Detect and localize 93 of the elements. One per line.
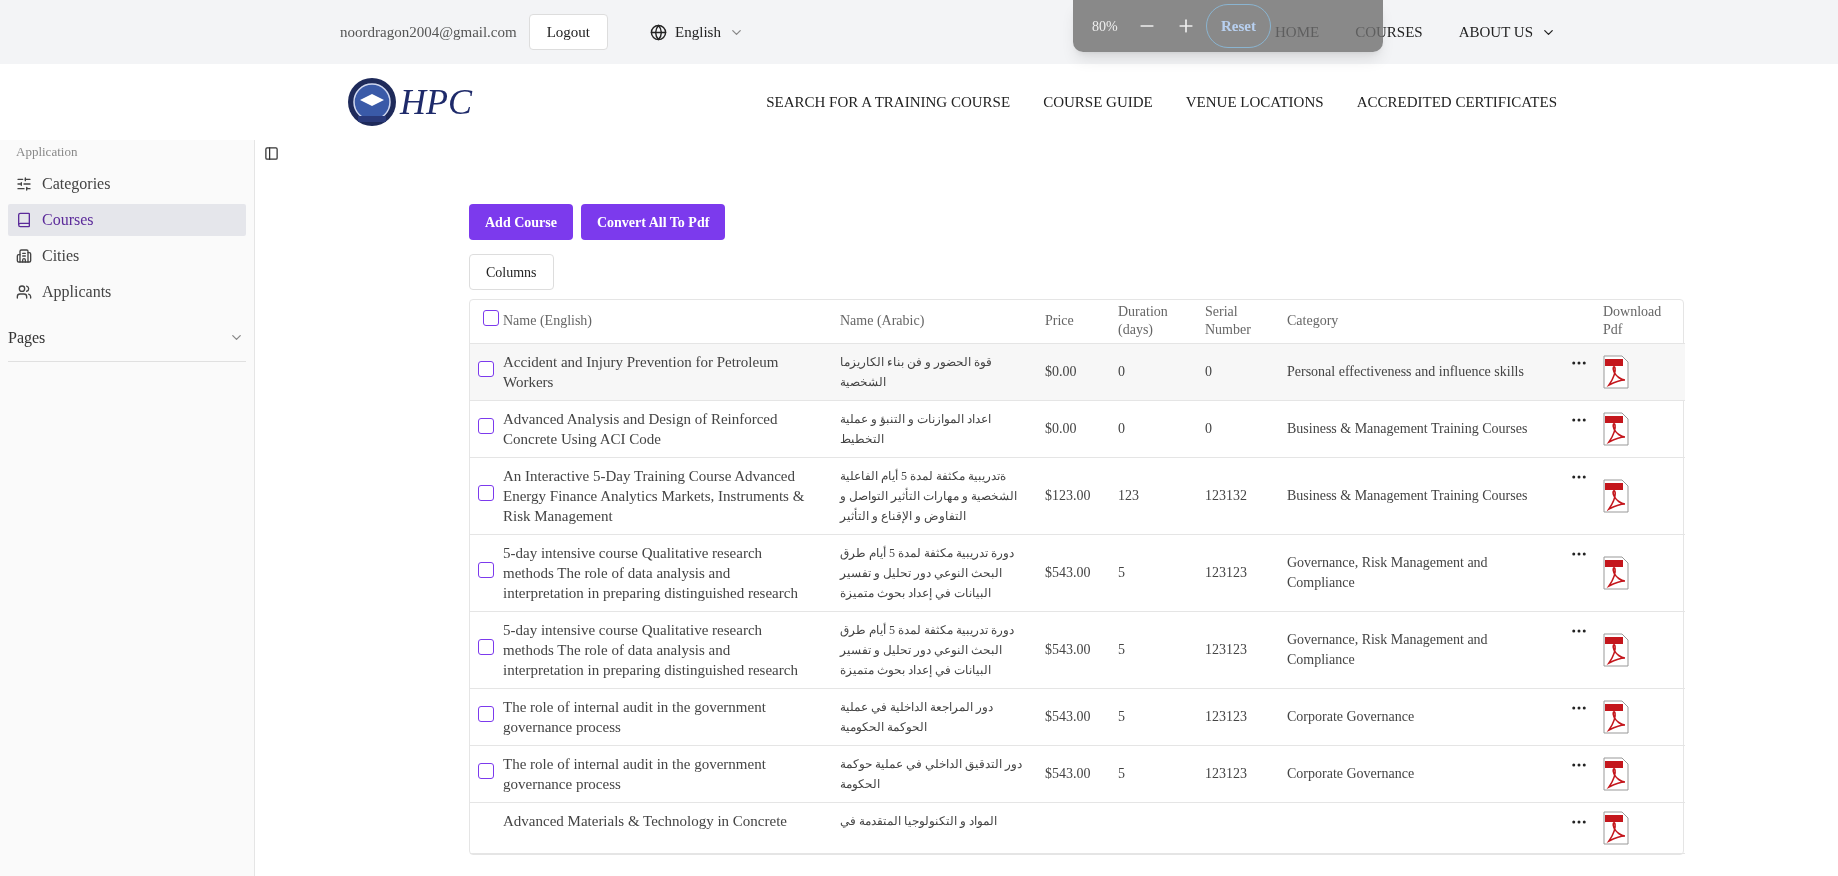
action-button[interactable]: Add Course <box>469 204 573 240</box>
table-cell-text: المواد و التكنولوجيا المتقدمة في <box>840 812 998 830</box>
table-cell: 123123 <box>1205 709 1247 724</box>
sidebar-item[interactable]: Applicants <box>8 276 246 308</box>
nav-link[interactable]: ABOUT US <box>1458 20 1556 44</box>
table-cell: 123123 <box>1205 642 1247 657</box>
table-cell: 123132 <box>1205 488 1247 503</box>
sidebar-item[interactable]: Courses <box>8 204 246 236</box>
sidebar-group-label: Application <box>15 143 79 161</box>
table-cell: Advanced Analysis and Design of Reinforced Concrete Using ACI Code <box>503 410 778 447</box>
nav-link[interactable]: COURSE GUIDE <box>1043 90 1153 114</box>
column-header: Serial Number <box>1205 304 1251 338</box>
table-cell-text: دورة تدريبية مكثفة لمدة 5 أيام طرق البحث النوعي دور تحليل و تفسير البيانات في إعداد بحوث متميزة <box>840 621 1015 679</box>
user-email: noordragon2004@gmail.com <box>340 22 517 42</box>
column-header: Name (English) <box>503 313 593 329</box>
row-checkbox[interactable] <box>478 484 494 501</box>
table-cell: 123123 <box>1205 565 1247 580</box>
table-cell: 5 <box>1118 709 1125 724</box>
pdf-file-icon[interactable] <box>1603 555 1629 590</box>
table-cell: Personal effectiveness and influence skills <box>1287 363 1524 379</box>
table-cell-text: اعداد الموازنات و التنبؤ و عملية التخطيط <box>840 410 992 448</box>
row-checkbox[interactable] <box>478 561 494 578</box>
table-cell: Business & Management Training Courses <box>1287 487 1528 503</box>
table-cell: 0 <box>1205 421 1212 436</box>
logout-button[interactable]: Logout <box>528 14 609 50</box>
table-cell: 5 <box>1118 565 1125 580</box>
table-cell: $543.00 <box>1045 709 1091 724</box>
pdf-file-icon[interactable] <box>1603 411 1629 446</box>
table-cell: $0.00 <box>1045 364 1077 379</box>
table-cell: Governance, Risk Management and Compliance <box>1287 554 1488 590</box>
table-cell: Advanced Materials & Technology in Concrete <box>503 812 787 829</box>
sidebar-item[interactable]: Cities <box>8 240 246 272</box>
zoom-percent: 80% <box>1092 17 1118 36</box>
table-cell: Business & Management Training Courses <box>1287 420 1528 436</box>
sidebar-toggle-icon[interactable] <box>264 146 279 161</box>
pdf-file-icon[interactable] <box>1603 632 1629 667</box>
table-cell: 0 <box>1118 421 1125 436</box>
table-cell: $543.00 <box>1045 766 1091 781</box>
language-selector[interactable]: English <box>650 20 744 44</box>
table-cell: $123.00 <box>1045 488 1091 503</box>
pdf-file-icon[interactable] <box>1603 756 1629 791</box>
row-checkbox[interactable] <box>478 638 494 655</box>
table-cell-text: ةتدريبية مكثفة لمدة 5 أيام الفاعلية الشخصية و مهارات التأثير التواصل و التفاوض و الإقناع و التأثير <box>840 467 1018 525</box>
table-cell: Corporate Governance <box>1287 708 1415 724</box>
table-cell-text: دورة تدريبية مكثفة لمدة 5 أيام طرق البحث النوعي دور تحليل و تفسير البيانات في إعداد بحوث متميزة <box>840 544 1015 602</box>
table-cell: 5 <box>1118 642 1125 657</box>
column-header: Price <box>1045 313 1074 329</box>
sidebar-item[interactable]: Categories <box>8 168 246 200</box>
table-cell: 5 <box>1118 766 1125 781</box>
pdf-file-icon[interactable] <box>1603 478 1629 513</box>
table-cell: 0 <box>1205 364 1212 379</box>
table-cell: An Interactive 5-Day Training Course Advanced Energy Finance Analytics Markets, Instruments & Risk Management <box>503 467 805 524</box>
table-cell: 123 <box>1118 488 1139 503</box>
row-checkbox[interactable] <box>478 705 494 722</box>
row-checkbox[interactable] <box>478 417 494 434</box>
nav-link[interactable]: ACCREDITED CERTIFICATES <box>1356 90 1557 114</box>
table-cell: $0.00 <box>1045 421 1077 436</box>
sliders-icon <box>16 176 32 192</box>
column-header: Name (Arabic) <box>840 313 925 329</box>
table-cell-text: دور المراجعة الداخلية في عملية الحوكمة الحكومية <box>840 698 994 736</box>
logo-emblem-icon <box>346 76 398 128</box>
column-header: Duration (days) <box>1118 304 1168 338</box>
column-header: Download Pdf <box>1603 304 1662 338</box>
table-cell: 5-day intensive course Qualitative research methods The role of data analysis and interpretation in preparing distinguished research <box>503 621 798 678</box>
logo-text: HPC <box>400 84 472 120</box>
table-cell: $543.00 <box>1045 642 1091 657</box>
row-checkbox[interactable] <box>478 360 494 377</box>
table-cell-text: قوة الحضور و فن بناء الكاريزما الشخصية <box>840 353 993 391</box>
city-icon <box>16 248 32 264</box>
table-cell: 0 <box>1118 364 1125 379</box>
action-button[interactable]: Convert All To Pdf <box>580 204 726 240</box>
sidebar-section[interactable]: Pages <box>8 318 246 362</box>
pdf-file-icon[interactable] <box>1603 810 1629 845</box>
book-icon <box>16 212 32 228</box>
users-icon <box>16 284 32 300</box>
table-cell-text: دور التدقيق الداخلي في عملية حوكمة الحكومة <box>840 755 1023 793</box>
table-cell: The role of internal audit in the government governance process <box>503 698 766 735</box>
table-cell: $543.00 <box>1045 565 1091 580</box>
table-cell: Governance, Risk Management and Compliance <box>1287 631 1488 667</box>
table-cell: 5-day intensive course Qualitative research methods The role of data analysis and interpretation in preparing distinguished research <box>503 544 798 601</box>
table-cell: Corporate Governance <box>1287 765 1415 781</box>
row-checkbox[interactable] <box>482 310 499 327</box>
row-checkbox[interactable] <box>478 762 494 779</box>
table-cell: Accident and Injury Prevention for Petroleum Workers <box>503 353 779 390</box>
pdf-file-icon[interactable] <box>1603 699 1629 734</box>
columns-button[interactable]: Columns <box>469 254 554 290</box>
nav-link[interactable]: SEARCH FOR A TRAINING COURSE <box>766 90 1011 114</box>
nav-link[interactable]: VENUE LOCATIONS <box>1185 90 1324 114</box>
column-header: Category <box>1287 313 1339 329</box>
pdf-file-icon[interactable] <box>1603 354 1629 389</box>
table-cell: The role of internal audit in the government governance process <box>503 755 766 792</box>
table-cell: 123123 <box>1205 766 1247 781</box>
globe-icon <box>650 23 668 41</box>
